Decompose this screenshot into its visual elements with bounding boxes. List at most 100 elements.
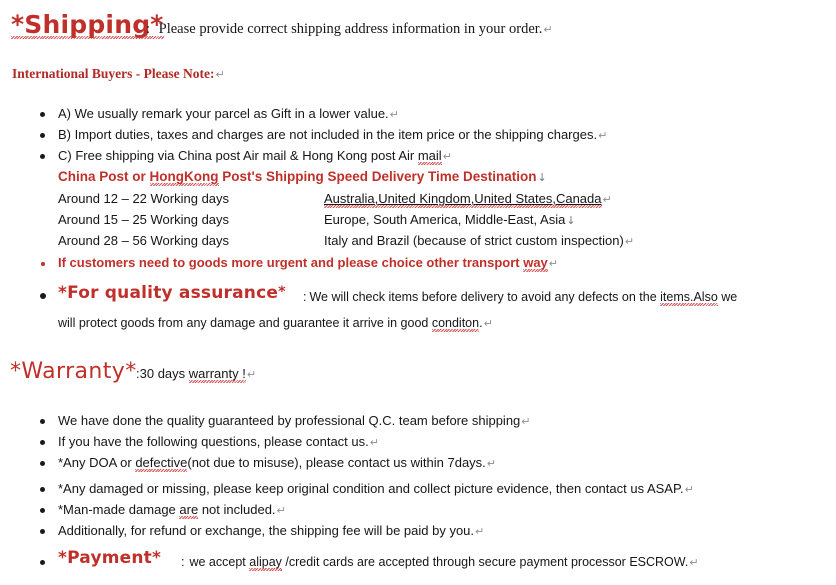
list-bullet-icon [40,419,45,424]
list-item-label-prefix: *Any DOA or [58,455,136,470]
list-bullet-icon [40,112,45,117]
list-bullet-icon [40,529,45,534]
shipping-intro-line: : Please provide correct shipping addres… [146,21,553,38]
list-bullet-icon [40,508,45,513]
list-item: Additionally, for refund or exchange, th… [58,523,484,538]
warranty-value-prefix: 30 days [139,366,189,381]
return-mark-icon: ↵ [684,483,694,496]
table-cell-speed: Around 15 – 25 Working days [58,212,230,227]
list-item-label: *Any damaged or missing, please keep ori… [58,481,684,496]
misspelled-word: way [523,255,548,272]
list-bullet-icon [40,154,45,159]
list-bullet-icon [40,293,46,299]
payment-text-line: : we accept alipay /credit cards are acce… [181,555,699,571]
urgent-transport-note-prefix: If customers need to goods more urgent a… [58,255,524,270]
return-mark-icon: ↵ [389,108,399,121]
international-buyers-text: International Buyers - Please Note: [12,66,215,81]
quality-assurance-heading-text: *For quality assurance [58,283,279,303]
misspelled-word: items.Also [660,290,718,306]
list-item: C) Free shipping via China post Air mail… [58,148,452,165]
return-mark-icon: ↵ [521,415,531,428]
table-cell-speed: Around 12 – 22 Working days [58,191,230,206]
misspelled-word: warranty ! [188,366,246,383]
quality-assurance-line2: will protect goods from any damage and g… [58,316,493,332]
table-cell-destination: Europe, South America, Middle-East, Asia [324,212,566,227]
misspelled-word: alipay [249,555,282,571]
misspelled-word: are [179,502,199,519]
table-cell-destination: Italy and Brazil (because of strict cust… [324,233,624,248]
return-mark-icon: ↵ [483,317,493,330]
delivery-table-heading-part1: China Post or [58,169,150,184]
list-item-label: If you have the following questions, ple… [58,434,369,449]
warranty-heading-text: *Warranty* [10,359,137,384]
shipping-colon: : [146,21,151,37]
list-bullet-icon [40,440,45,445]
delivery-table-heading: China Post or HongKong Post's Shipping S… [58,169,547,186]
return-mark-icon: ↵ [689,556,699,569]
list-item: If you have the following questions, ple… [58,434,379,449]
table-row-speed: Around 12 – 22 Working days [58,191,229,206]
list-bullet-icon [40,560,45,565]
list-item-label-suffix: not included. [198,502,276,517]
return-mark-icon: ↵ [543,23,553,36]
table-cell-destination: Australia,United Kingdom,United States,C… [324,191,602,208]
payment-heading: *Payment* [58,548,161,568]
return-mark-icon: ↵ [486,457,497,470]
payment-heading-text: *Payment* [58,548,162,568]
table-row-destination: Australia,United Kingdom,United States,C… [324,191,612,208]
list-item-label: A) We usually remark your parcel as Gift… [58,106,389,121]
table-row-speed: Around 15 – 25 Working days [58,212,229,227]
payment-text-suffix: /credit cards are accepted through secur… [281,555,689,569]
return-mark-icon: ↵ [246,368,257,381]
table-row-destination: Europe, South America, Middle-East, Asia… [324,212,576,227]
list-bullet-icon [40,461,45,466]
list-item: *Any DOA or defective(not due to misuse)… [58,455,497,472]
quality-assurance-heading: *For quality assurance* [58,283,286,303]
table-row-destination: Italy and Brazil (because of strict cust… [324,233,634,248]
warranty-heading: *Warranty* [10,359,137,384]
misspelled-word: defective [135,455,188,472]
return-mark-icon: ↵ [475,525,485,538]
quality-assurance-line1-part2: we [717,290,738,304]
shipping-heading-text: *Shipping* [11,10,164,39]
return-mark-icon: ↵ [276,504,286,517]
list-item: *Any damaged or missing, please keep ori… [58,481,694,496]
down-arrow-icon: ↓ [537,171,547,184]
table-row-speed: Around 28 – 56 Working days [58,233,229,248]
list-item: *Man-made damage are not included.↵ [58,502,286,519]
return-mark-icon: ↵ [548,257,558,270]
table-cell-speed: Around 28 – 56 Working days [58,233,230,248]
shipping-heading: *Shipping* [11,10,164,39]
list-bullet-icon [40,487,45,492]
warranty-value-line: :30 days warranty !↵ [136,366,257,383]
misspelled-word: HongKong [149,169,219,186]
return-mark-icon: ↵ [624,235,635,248]
list-item-label-suffix: (not due to misuse), please contact us w… [187,455,486,470]
list-item: B) Import duties, taxes and charges are … [58,127,607,142]
list-item-label-prefix: *Man-made damage [58,502,180,517]
list-item-label: Additionally, for refund or exchange, th… [58,523,475,538]
list-item: We have done the quality guaranteed by p… [58,413,531,428]
misspelled-word: conditon [431,316,480,332]
delivery-table-heading-part2: Post's Shipping Speed Delivery Time Dest… [218,169,537,184]
down-arrow-icon: ↓ [566,214,576,227]
misspelled-word: mail [417,148,442,165]
policy-document: *Shipping* : Please provide correct ship… [0,0,836,585]
international-buyers-note: International Buyers - Please Note:↵ [12,66,225,82]
urgent-transport-note: If customers need to goods more urgent a… [58,255,558,272]
shipping-intro-text: Please provide correct shipping address … [158,21,543,37]
quality-assurance-line1-part1: We will check items before delivery to a… [309,290,661,304]
return-mark-icon: ↵ [215,68,225,81]
return-mark-icon: ↵ [602,193,612,206]
list-item-label: We have done the quality guaranteed by p… [58,413,521,428]
quality-assurance-line2-part1: will protect goods from any damage and g… [58,316,432,330]
quality-assurance-heading-star: * [278,284,286,300]
list-item-label-prefix: C) Free shipping via China post Air mail… [58,148,418,163]
return-mark-icon: ↵ [369,436,379,449]
return-mark-icon: ↵ [598,129,608,142]
quality-assurance-line1: : We will check items before delivery to … [303,290,738,306]
list-item: A) We usually remark your parcel as Gift… [58,106,399,121]
list-bullet-icon [40,133,45,138]
list-item-label: B) Import duties, taxes and charges are … [58,127,598,142]
list-bullet-icon [41,262,45,266]
